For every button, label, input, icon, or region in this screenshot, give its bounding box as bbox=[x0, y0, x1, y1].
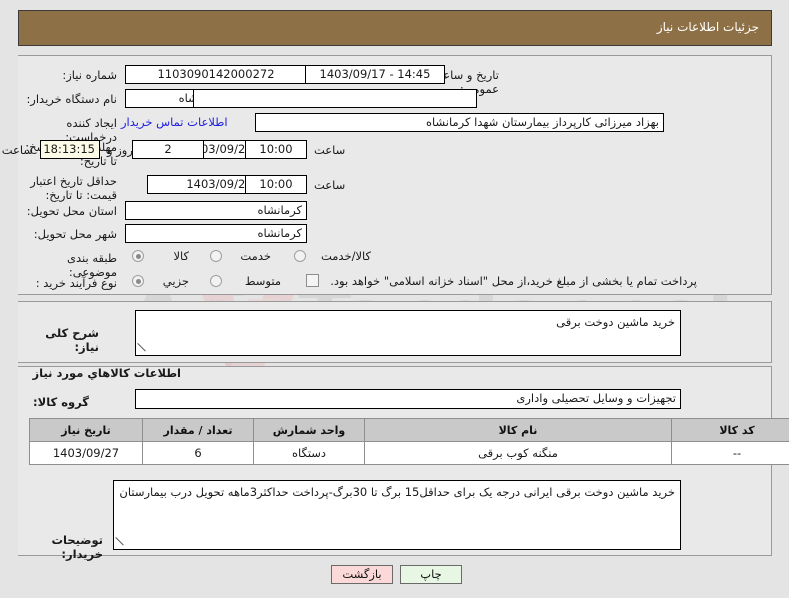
need-summary-value: خرید ماشین دوخت برقی bbox=[556, 315, 675, 329]
delivery-province-label: استان محل تحویل: bbox=[26, 204, 117, 218]
goods-group-field[interactable]: تجهیزات و وسایل تحصیلی واداری bbox=[135, 389, 681, 409]
table-row: 1 -- منگنه کوب برقی دستگاه 6 1403/09/27 bbox=[29, 441, 789, 465]
th-name: نام کالا bbox=[364, 418, 672, 442]
remaining-hours-label: ساعت باقي مانده bbox=[0, 143, 33, 157]
cell-unit: دستگاه bbox=[253, 441, 365, 465]
remaining-clock-field: 18:13:15 bbox=[40, 140, 100, 159]
reply-deadline-time-field[interactable]: 10:00 bbox=[245, 140, 307, 159]
resize-grip-icon-notes[interactable] bbox=[115, 537, 126, 547]
cell-need-date: 1403/09/27 bbox=[29, 441, 143, 465]
announce-datetime-field[interactable]: 14:45 - 1403/09/17 bbox=[305, 65, 445, 84]
purchase-process-label: نوع فرآیند خرید : bbox=[35, 276, 117, 290]
subject-category-label: طبقه بندی موضوعی: bbox=[67, 251, 117, 279]
remaining-days-field[interactable]: 2 bbox=[132, 140, 204, 159]
delivery-city-field[interactable]: کرمانشاه bbox=[125, 224, 307, 243]
panel-rail-b bbox=[771, 302, 772, 362]
buyer-org-secondary-field[interactable] bbox=[193, 89, 477, 108]
radio-category-goods-service[interactable] bbox=[294, 250, 306, 262]
remaining-days-label: روز و bbox=[107, 143, 133, 157]
need-summary-textarea[interactable]: خرید ماشین دوخت برقی bbox=[135, 310, 681, 356]
goods-section-title: اطلاعات کالاهاي مورد نیاز bbox=[32, 366, 181, 380]
cell-qty: 6 bbox=[142, 441, 254, 465]
radio-process-medium-label: متوسط bbox=[244, 274, 281, 288]
radio-category-goods-label: کالا bbox=[173, 249, 189, 263]
radio-category-goods[interactable] bbox=[132, 250, 144, 262]
requester-field[interactable]: بهزاد میرزائی کارپرداز بیمارستان شهدا کر… bbox=[255, 113, 664, 132]
buyer-notes-label: توضیحات خریدار: bbox=[51, 533, 104, 561]
radio-category-service-label: خدمت bbox=[240, 249, 271, 263]
goods-table: ردیف کد کالا نام کالا واحد شمارش تعداد /… bbox=[29, 418, 789, 465]
buyer-org-label: نام دستگاه خریدار: bbox=[26, 92, 117, 106]
buyer-notes-value: خرید ماشین دوخت برقی ایرانی درجه یک برای… bbox=[119, 485, 675, 499]
price-validity-time-label: ساعت bbox=[314, 178, 346, 192]
need-summary-label: شرح کلی نیاز: bbox=[45, 326, 99, 354]
panel-rail bbox=[771, 56, 772, 294]
th-need-date: تاریخ نیاز bbox=[29, 418, 143, 442]
resize-grip-icon[interactable] bbox=[137, 343, 148, 353]
cell-code: -- bbox=[671, 441, 789, 465]
radio-category-goods-service-label: کالا/خدمت bbox=[320, 249, 371, 263]
buyer-notes-textarea[interactable]: خرید ماشین دوخت برقی ایرانی درجه یک برای… bbox=[113, 480, 681, 550]
radio-process-medium[interactable] bbox=[210, 275, 222, 287]
cell-name: منگنه کوب برقی bbox=[364, 441, 672, 465]
radio-process-minor[interactable] bbox=[132, 275, 144, 287]
price-validity-time-field[interactable]: 10:00 bbox=[245, 175, 307, 194]
reply-deadline-time-label: ساعت bbox=[314, 143, 346, 157]
delivery-province-field[interactable]: کرمانشاه bbox=[125, 201, 307, 220]
goods-group-label: گروه کالا: bbox=[33, 395, 89, 409]
treasury-bonds-checkbox[interactable] bbox=[306, 274, 319, 287]
table-header-row: ردیف کد کالا نام کالا واحد شمارش تعداد /… bbox=[29, 418, 789, 442]
treasury-bonds-note: پرداخت تمام یا بخشی از مبلغ خرید،از محل … bbox=[330, 274, 697, 288]
th-qty: تعداد / مقدار bbox=[142, 418, 254, 442]
delivery-city-label: شهر محل تحویل: bbox=[33, 227, 117, 241]
th-code: کد کالا bbox=[671, 418, 789, 442]
buyer-contact-link[interactable]: اطلاعات تماس خریدار bbox=[121, 115, 228, 129]
need-number-field[interactable]: 1103090142000272 bbox=[125, 65, 307, 84]
page-title: جزئیات اطلاعات نیاز bbox=[656, 20, 759, 34]
radio-process-minor-label: جزیي bbox=[162, 274, 189, 288]
price-validity-label: حداقل تاریخ اعتبار قیمت: تا تاریخ: bbox=[30, 174, 117, 202]
radio-category-service[interactable] bbox=[210, 250, 222, 262]
th-unit: واحد شمارش bbox=[253, 418, 365, 442]
page-root: AriaTender.net جزئیات اطلاعات نیاز شماره… bbox=[0, 0, 789, 598]
window-title-bar: جزئیات اطلاعات نیاز bbox=[18, 10, 772, 46]
print-button[interactable]: چاپ bbox=[400, 565, 462, 584]
back-button[interactable]: بازگشت bbox=[331, 565, 393, 584]
need-number-label: شماره نیاز: bbox=[62, 68, 117, 82]
